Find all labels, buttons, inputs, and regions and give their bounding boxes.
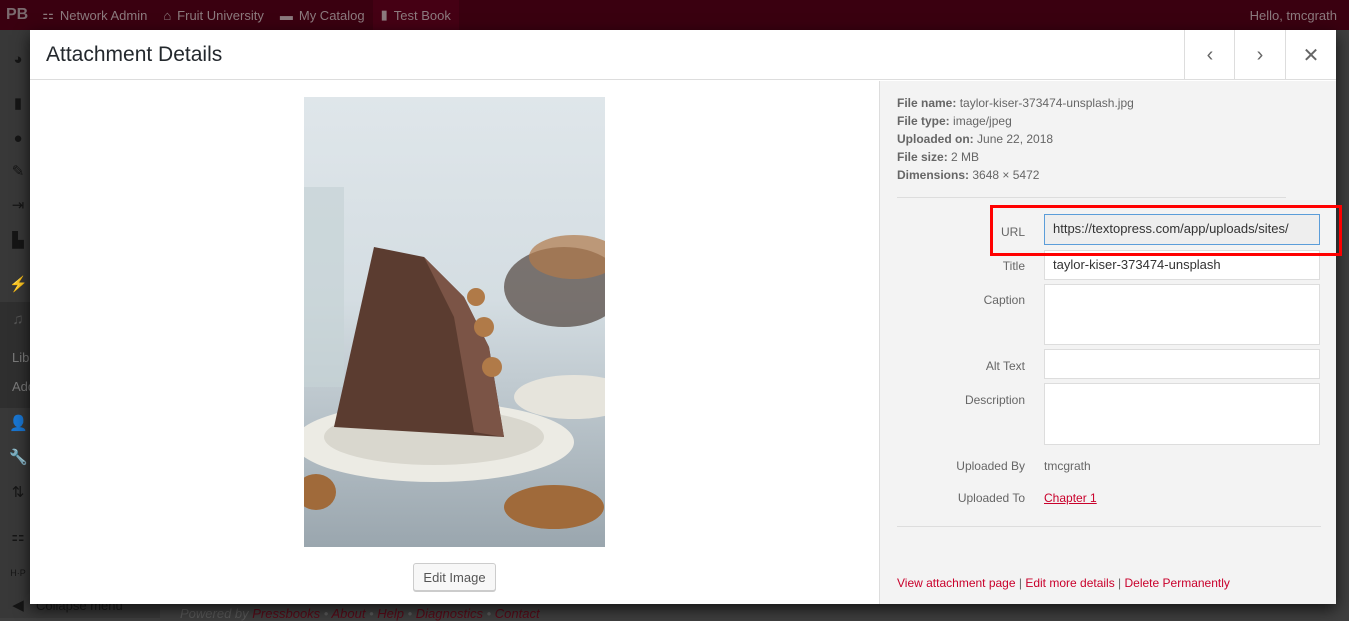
- caption-label: Caption: [983, 293, 1025, 307]
- previous-button[interactable]: ‹: [1184, 30, 1235, 80]
- close-button[interactable]: ✕: [1285, 30, 1336, 80]
- uploaded-on: Uploaded on: June 22, 2018: [897, 132, 1054, 146]
- network-admin-link[interactable]: ⚏ Network Admin: [34, 0, 155, 30]
- title-label: Title: [1002, 259, 1025, 273]
- chevron-right-icon: ›: [1256, 43, 1264, 66]
- sliders-icon[interactable]: ⇅: [9, 485, 27, 501]
- attachment-image: [304, 97, 605, 547]
- file-name: File name: taylor-kiser-373474-unsplash.…: [897, 96, 1134, 110]
- url-highlight-box: [990, 205, 1342, 256]
- divider: [897, 197, 1286, 198]
- export-icon[interactable]: ⇥: [9, 198, 27, 214]
- caption-textarea[interactable]: [1044, 284, 1320, 345]
- diagnostics-link[interactable]: Diagnostics: [416, 606, 483, 621]
- attachment-info-panel: File name: taylor-kiser-373474-unsplash.…: [879, 81, 1336, 604]
- collapse-icon[interactable]: ◀: [9, 598, 27, 614]
- network-icon: ⚏: [42, 7, 54, 22]
- network-icon[interactable]: ⚏: [9, 529, 27, 545]
- plugin-icon[interactable]: ⚡: [9, 277, 28, 293]
- description-textarea[interactable]: [1044, 383, 1320, 445]
- info-icon[interactable]: ●: [9, 131, 27, 147]
- store-icon[interactable]: ▙: [9, 233, 27, 249]
- attachment-details-modal: Attachment Details ‹ › ✕ Edit Image File…: [30, 30, 1336, 604]
- description-label: Description: [964, 393, 1025, 407]
- book-icon[interactable]: ▮: [9, 96, 27, 112]
- uploaded-by-label: Uploaded By: [956, 459, 1025, 473]
- sidebar-item-library[interactable]: Lib: [12, 350, 29, 365]
- attachment-preview: Edit Image: [30, 81, 879, 604]
- file-size: File size: 2 MB: [897, 150, 980, 164]
- view-attachment-page-link[interactable]: View attachment page: [897, 576, 1016, 590]
- dimensions: Dimensions: 3648 × 5472: [897, 168, 1040, 182]
- book-icon: ▮: [380, 7, 388, 22]
- delete-permanently-link[interactable]: Delete Permanently: [1125, 576, 1230, 590]
- alt-text-label: Alt Text: [985, 359, 1025, 373]
- pressbooks-logo[interactable]: PB: [0, 6, 34, 24]
- uploaded-to-label: Uploaded To: [957, 491, 1025, 505]
- dashboard-icon[interactable]: ◕: [9, 52, 27, 68]
- folder-icon: ▬: [279, 7, 293, 23]
- modal-title: Attachment Details: [46, 43, 223, 66]
- alt-text-input[interactable]: [1044, 349, 1320, 379]
- chevron-left-icon: ‹: [1206, 43, 1214, 66]
- edit-image-button[interactable]: Edit Image: [413, 563, 496, 591]
- paintbrush-icon[interactable]: ✎: [9, 164, 27, 180]
- uploaded-by-value: tmcgrath: [1044, 459, 1091, 473]
- about-link[interactable]: About: [331, 606, 365, 621]
- file-type: File type: image/jpeg: [897, 114, 1012, 128]
- footer: Powered by Pressbooks • About • Help • D…: [180, 606, 540, 621]
- divider: [897, 526, 1321, 527]
- contact-link[interactable]: Contact: [495, 606, 540, 621]
- modal-header: Attachment Details ‹ › ✕: [30, 30, 1336, 80]
- pressbooks-link[interactable]: Pressbooks: [252, 606, 320, 621]
- user-icon[interactable]: 👤: [9, 416, 28, 432]
- h5p-icon[interactable]: H·P: [9, 565, 27, 581]
- edit-more-details-link[interactable]: Edit more details: [1025, 576, 1114, 590]
- media-icon[interactable]: ♫: [9, 312, 27, 328]
- admin-bar: PB ⚏ Network Admin ⌂ Fruit University ▬ My …: [0, 0, 1349, 30]
- test-book-link[interactable]: ▮ Test Book: [372, 0, 459, 30]
- wrench-icon[interactable]: 🔧: [9, 450, 28, 466]
- uploaded-to-link[interactable]: Chapter 1: [1044, 491, 1097, 505]
- close-icon: ✕: [1302, 44, 1320, 67]
- help-link[interactable]: Help: [377, 606, 404, 621]
- my-catalog-link[interactable]: ▬ My Catalog: [272, 0, 373, 30]
- next-button[interactable]: ›: [1234, 30, 1285, 80]
- user-greeting[interactable]: Hello, tmcgrath: [1250, 8, 1337, 23]
- home-icon: ⌂: [163, 7, 172, 23]
- attachment-actions: View attachment page | Edit more details…: [897, 576, 1230, 590]
- fruit-university-link[interactable]: ⌂ Fruit University: [155, 0, 272, 30]
